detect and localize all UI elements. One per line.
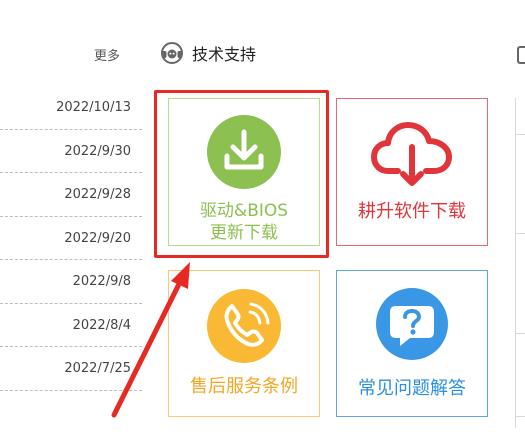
tile-label: 耕升软件下载 [358,201,466,222]
tile-label: 驱动&BIOS 更新下载 [199,201,289,243]
cloud-download-icon [371,122,452,186]
news-date: 2022/8/4 [72,317,131,333]
list-item[interactable]: 2022/9/20 [0,217,142,260]
list-item[interactable]: 2022/10/13 [0,86,142,130]
after-sales-policy-tile[interactable]: 售后服务条例 [168,270,320,417]
news-date: 2022/7/25 [64,361,131,376]
list-item[interactable]: 2022/7/25 [0,347,142,391]
list-item[interactable]: 2022/8/4 [0,304,142,347]
news-date-list: 2022/10/13 2022/9/30 2022/9/28 2022/9/20… [0,86,142,391]
support-title: 技术支持 [192,45,257,64]
news-date: 2022/9/8 [72,274,131,289]
more-link[interactable]: 更多 [94,45,120,64]
download-icon [207,115,281,189]
driver-bios-download-tile[interactable]: 驱动&BIOS 更新下载 [168,98,320,246]
news-date: 2022/9/20 [64,230,131,246]
support-header: 技术支持 [160,40,256,66]
tile-label: 售后服务条例 [190,376,298,397]
phone-icon [207,289,281,363]
news-date: 2022/9/30 [64,143,131,159]
list-item[interactable]: 2022/9/30 [0,130,142,173]
question-bubble-icon [376,288,448,360]
list-item[interactable]: 2022/9/8 [0,260,142,304]
right-panel-icon [517,46,525,64]
right-panel [515,98,525,428]
software-download-tile[interactable]: 耕升软件下载 [336,98,488,246]
headset-icon [161,42,183,64]
news-date: 2022/10/13 [56,100,131,115]
faq-tile[interactable]: 常见问题解答 [336,270,488,417]
news-date: 2022/9/28 [64,187,131,202]
list-item[interactable]: 2022/9/28 [0,173,142,217]
tile-label: 常见问题解答 [358,378,466,399]
